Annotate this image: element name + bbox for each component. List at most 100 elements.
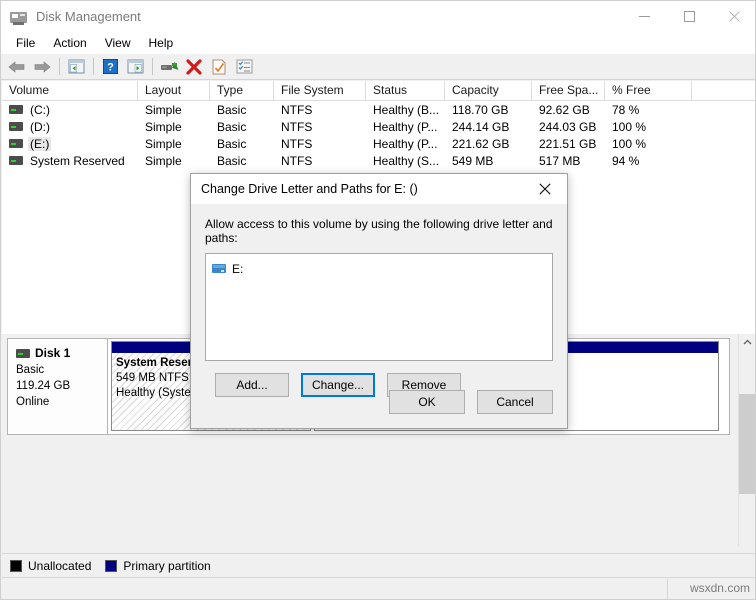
column-header-free-space[interactable]: Free Spa... bbox=[532, 81, 605, 100]
column-header-file-system[interactable]: File System bbox=[274, 81, 366, 100]
dialog-title: Change Drive Letter and Paths for E: () bbox=[201, 182, 418, 196]
cell-capacity: 221.62 GB bbox=[452, 136, 510, 151]
menu-item-action[interactable]: Action bbox=[44, 34, 95, 52]
legend-swatch bbox=[105, 559, 118, 572]
column-header-percent-free[interactable]: % Free bbox=[605, 81, 692, 100]
dialog-title-bar: Change Drive Letter and Paths for E: () bbox=[191, 174, 567, 204]
legend-label: Primary partition bbox=[123, 558, 211, 573]
list-view-icon[interactable] bbox=[232, 56, 256, 78]
cell-file-system: NTFS bbox=[281, 136, 313, 151]
drive-icon bbox=[212, 264, 226, 273]
drive-icon bbox=[9, 139, 23, 148]
cell-volume: (C:) bbox=[2, 101, 138, 118]
column-header-type[interactable]: Type bbox=[210, 81, 274, 100]
window-controls bbox=[622, 1, 755, 32]
cell-status: Healthy (P... bbox=[373, 136, 438, 151]
table-row[interactable]: (C:) Simple Basic NTFS Healthy (B... 118… bbox=[2, 101, 755, 118]
watermark: wsxdn.com bbox=[689, 581, 750, 595]
volume-list-header: Volume Layout Type File System Status Ca… bbox=[2, 81, 755, 101]
menu-item-help[interactable]: Help bbox=[140, 34, 183, 52]
minimize-button[interactable] bbox=[622, 1, 667, 32]
ok-button[interactable]: OK bbox=[389, 390, 465, 414]
dialog-body: Allow access to this volume by using the… bbox=[191, 204, 567, 414]
cell-file-system: NTFS bbox=[281, 153, 313, 168]
column-header-layout[interactable]: Layout bbox=[138, 81, 210, 100]
cancel-button[interactable]: Cancel bbox=[477, 390, 553, 414]
cell-free-space: 221.51 GB bbox=[539, 136, 597, 151]
column-header-spacer[interactable] bbox=[692, 81, 755, 100]
close-button[interactable] bbox=[712, 1, 755, 32]
back-icon[interactable] bbox=[5, 56, 29, 78]
cell-volume: (E:) bbox=[2, 135, 138, 152]
column-header-status[interactable]: Status bbox=[366, 81, 445, 100]
cell-percent-free: 100 % bbox=[612, 136, 647, 151]
disk-size: 119.24 GB bbox=[16, 380, 71, 392]
drive-icon bbox=[9, 156, 23, 165]
disk-state: Online bbox=[16, 396, 50, 408]
properties-icon[interactable] bbox=[207, 56, 231, 78]
cell-capacity: 118.70 GB bbox=[452, 102, 509, 117]
toolbar-separator bbox=[93, 58, 94, 75]
volume-name: (E:) bbox=[28, 136, 52, 151]
column-header-capacity[interactable]: Capacity bbox=[445, 81, 532, 100]
list-item-label: E: bbox=[232, 261, 244, 276]
cell-layout: Simple bbox=[145, 153, 182, 168]
disk-type: Basic bbox=[16, 364, 45, 376]
cell-free-space: 244.03 GB bbox=[539, 119, 597, 134]
menu-item-file[interactable]: File bbox=[7, 34, 44, 52]
cell-layout: Simple bbox=[145, 102, 182, 117]
window-title: Disk Management bbox=[36, 9, 141, 24]
cell-percent-free: 94 % bbox=[612, 153, 640, 168]
volume-name: System Reserved bbox=[30, 153, 125, 168]
cell-free-space: 517 MB bbox=[539, 153, 581, 168]
disk-name: Disk 1 bbox=[35, 346, 71, 360]
svg-text:?: ? bbox=[107, 62, 114, 74]
toolbar-separator bbox=[152, 58, 153, 75]
dialog-confirm-buttons: OK Cancel bbox=[389, 390, 553, 414]
help-icon[interactable]: ? bbox=[98, 56, 122, 78]
legend: Unallocated Primary partition bbox=[2, 553, 755, 577]
show-hide-action-pane-icon[interactable] bbox=[123, 56, 147, 78]
legend-swatch bbox=[10, 559, 22, 572]
show-hide-console-tree-icon[interactable] bbox=[64, 56, 88, 78]
cell-type: Basic bbox=[217, 102, 247, 117]
volume-name: (D:) bbox=[30, 119, 50, 134]
legend-item-primary-partition: Primary partition bbox=[105, 558, 211, 573]
column-header-volume[interactable]: Volume bbox=[2, 81, 138, 100]
drive-paths-listbox[interactable]: E: bbox=[205, 253, 553, 361]
table-row[interactable]: System Reserved Simple Basic NTFS Health… bbox=[2, 152, 755, 169]
maximize-button[interactable] bbox=[667, 1, 712, 32]
legend-label: Unallocated bbox=[28, 558, 92, 573]
scroll-up-button[interactable] bbox=[739, 334, 755, 351]
disk-management-window: Disk Management File Action View Help ? … bbox=[0, 0, 756, 600]
status-bar: wsxdn.com bbox=[2, 577, 755, 599]
disk-info[interactable]: Disk 1 Basic 119.24 GB Online bbox=[8, 339, 108, 434]
forward-icon[interactable] bbox=[30, 56, 54, 78]
cell-volume: System Reserved bbox=[2, 152, 138, 169]
table-row[interactable]: (D:) Simple Basic NTFS Healthy (P... 244… bbox=[2, 118, 755, 135]
rescan-disks-icon[interactable] bbox=[157, 56, 181, 78]
add-button[interactable]: Add... bbox=[215, 373, 289, 397]
drive-icon bbox=[9, 122, 23, 131]
cell-layout: Simple bbox=[145, 119, 182, 134]
drive-icon bbox=[9, 105, 23, 114]
cell-capacity: 244.14 GB bbox=[452, 119, 510, 134]
cell-percent-free: 78 % bbox=[612, 102, 640, 117]
dialog-close-button[interactable] bbox=[523, 174, 567, 204]
delete-icon[interactable] bbox=[182, 56, 206, 78]
cell-layout: Simple bbox=[145, 136, 182, 151]
cell-percent-free: 100 % bbox=[612, 119, 647, 134]
menu-bar: File Action View Help bbox=[1, 32, 755, 54]
disk-title: Disk 1 bbox=[16, 345, 107, 361]
change-button[interactable]: Change... bbox=[301, 373, 375, 397]
menu-item-view[interactable]: View bbox=[96, 34, 140, 52]
cell-type: Basic bbox=[217, 119, 247, 134]
cell-type: Basic bbox=[217, 153, 247, 168]
volume-name: (C:) bbox=[30, 102, 50, 117]
legend-item-unallocated: Unallocated bbox=[10, 559, 91, 573]
cell-free-space: 92.62 GB bbox=[539, 102, 590, 117]
scrollbar-thumb[interactable] bbox=[739, 394, 755, 494]
table-row[interactable]: (E:) Simple Basic NTFS Healthy (P... 221… bbox=[2, 135, 755, 152]
list-item[interactable]: E: bbox=[212, 260, 552, 277]
vertical-scrollbar[interactable] bbox=[738, 334, 755, 546]
